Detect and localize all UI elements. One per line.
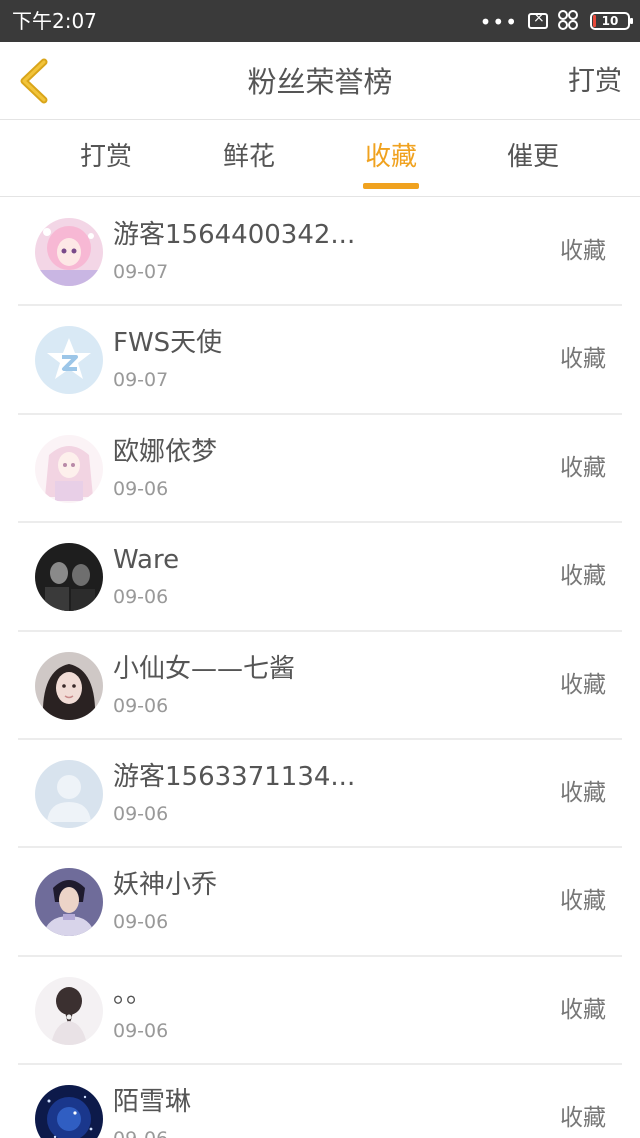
list-item[interactable]: 游客1563371134... 09-06 收藏 bbox=[18, 740, 622, 849]
avatar bbox=[35, 651, 103, 720]
fan-type: 收藏 bbox=[560, 779, 606, 806]
page-title: 粉丝荣誉榜 bbox=[247, 65, 393, 99]
fan-date: 09-06 bbox=[113, 694, 169, 717]
list-item[interactable]: Ware 09-06 收藏 bbox=[18, 523, 622, 632]
tip-button[interactable]: 打赏 bbox=[568, 64, 622, 100]
avatar bbox=[35, 976, 103, 1045]
active-tab-indicator bbox=[363, 183, 419, 189]
avatar bbox=[35, 759, 103, 828]
fan-date: 09-07 bbox=[113, 261, 169, 283]
list-item[interactable]: 游客1564400342... 09-07 收藏 bbox=[18, 198, 622, 307]
fan-type: 收藏 bbox=[560, 346, 606, 373]
tab-bar: 打赏 鲜花 收藏 催更 bbox=[0, 121, 640, 197]
fan-date: 09-06 bbox=[113, 1019, 169, 1042]
list-item[interactable]: 欧娜依梦 09-06 收藏 bbox=[18, 415, 622, 524]
fan-date: 09-06 bbox=[113, 911, 169, 934]
status-icons: ••• 10 bbox=[479, 8, 633, 34]
sim-off-icon bbox=[528, 10, 548, 29]
fan-date: 09-06 bbox=[113, 802, 169, 825]
avatar bbox=[35, 868, 103, 937]
fan-type: 收藏 bbox=[560, 671, 606, 698]
list-item[interactable]: 妖神小乔 09-06 收藏 bbox=[18, 848, 622, 957]
avatar bbox=[35, 543, 103, 612]
avatar bbox=[35, 326, 103, 395]
avatar bbox=[35, 434, 103, 503]
fan-type: 收藏 bbox=[560, 454, 606, 481]
fan-name: 。。 bbox=[113, 978, 153, 1009]
fan-name: 陌雪琳 bbox=[113, 1087, 192, 1118]
list-item[interactable]: 陌雪琳 09-06 收藏 bbox=[18, 1065, 622, 1138]
nav-bar: 粉丝荣誉榜 打赏 bbox=[0, 42, 640, 120]
fan-type: 收藏 bbox=[560, 996, 606, 1023]
fan-name: 游客1563371134... bbox=[113, 761, 356, 792]
battery-level: 10 bbox=[601, 14, 619, 28]
fan-type: 收藏 bbox=[560, 238, 606, 264]
fan-list: 游客1564400342... 09-07 收藏 FWS天使 09-07 收藏 … bbox=[0, 198, 640, 1138]
fan-date: 09-06 bbox=[113, 586, 169, 609]
fan-name: 妖神小乔 bbox=[113, 870, 218, 901]
tab-tip[interactable]: 打赏 bbox=[46, 139, 166, 175]
clover-icon bbox=[558, 10, 580, 32]
list-item[interactable]: FWS天使 09-07 收藏 bbox=[18, 306, 622, 415]
fan-name: 欧娜依梦 bbox=[113, 436, 218, 467]
tab-flowers[interactable]: 鲜花 bbox=[189, 139, 309, 175]
fan-date: 09-07 bbox=[113, 369, 169, 392]
fan-name: Ware bbox=[113, 545, 180, 576]
status-bar: 下午2:07 ••• 10 bbox=[0, 0, 640, 42]
status-time: 下午2:07 bbox=[12, 9, 97, 33]
fan-date: 09-06 bbox=[113, 1127, 168, 1138]
battery-icon: 10 bbox=[590, 12, 633, 30]
more-dots-icon: ••• bbox=[479, 10, 518, 34]
list-item[interactable]: 。。 09-06 收藏 bbox=[18, 957, 622, 1066]
fan-type: 收藏 bbox=[560, 1105, 606, 1132]
tab-favorites[interactable]: 收藏 bbox=[331, 139, 451, 175]
fan-name: FWS天使 bbox=[113, 328, 223, 359]
fan-date: 09-06 bbox=[113, 477, 169, 500]
fan-type: 收藏 bbox=[560, 563, 606, 590]
fan-name: 小仙女——七酱 bbox=[113, 653, 296, 684]
list-item[interactable]: 小仙女——七酱 09-06 收藏 bbox=[18, 632, 622, 740]
avatar bbox=[35, 1085, 103, 1138]
fan-type: 收藏 bbox=[560, 888, 606, 915]
tab-urge[interactable]: 催更 bbox=[473, 139, 593, 175]
fan-name: 游客1564400342... bbox=[113, 220, 356, 250]
avatar bbox=[35, 218, 103, 286]
